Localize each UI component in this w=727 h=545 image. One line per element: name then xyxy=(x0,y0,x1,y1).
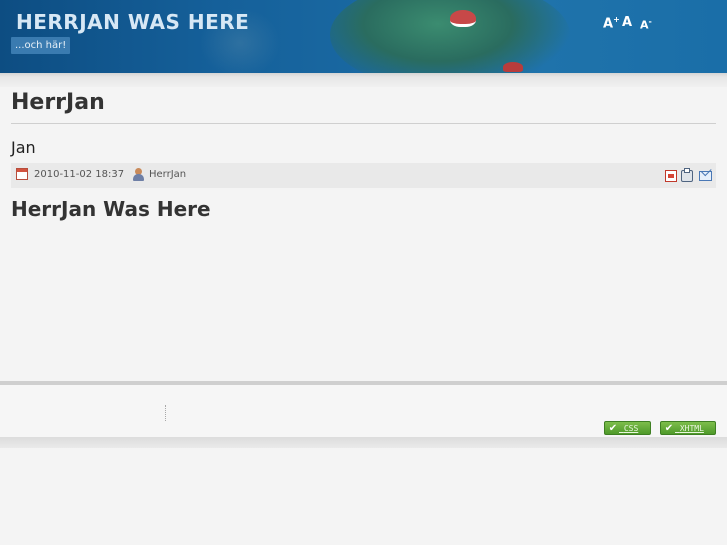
site-title[interactable]: HERRJAN WAS HERE xyxy=(16,10,249,34)
user-icon xyxy=(132,168,145,181)
footer-bottom-bar xyxy=(0,437,727,448)
article-meta-bar: 2010-11-02 18:37 HerrJan xyxy=(11,163,716,188)
checkmark-icon: ✔ xyxy=(664,423,674,434)
header-frog-image xyxy=(330,0,570,73)
font-decrease-button[interactable]: A- xyxy=(640,17,652,32)
header-frog-eye-image xyxy=(450,10,476,27)
checkmark-icon: ✔ xyxy=(608,423,618,434)
page-title: HerrJan xyxy=(11,90,105,115)
font-reset-button[interactable]: A xyxy=(622,15,632,30)
email-icon[interactable] xyxy=(699,171,712,181)
site-footer: ✔ CSS ✔ XHTML xyxy=(0,385,727,437)
site-tagline: ...och här! xyxy=(11,37,71,54)
author-heading: Jan xyxy=(11,138,36,157)
header-frog-foot-image xyxy=(503,62,523,72)
calendar-icon xyxy=(16,168,28,180)
footer-dotted-separator xyxy=(165,405,166,421)
site-header: HERRJAN WAS HERE ...och här! A+ A A- xyxy=(0,0,727,73)
css-valid-badge[interactable]: ✔ CSS xyxy=(604,421,651,435)
xhtml-valid-badge[interactable]: ✔ XHTML xyxy=(660,421,716,435)
font-increase-button[interactable]: A+ xyxy=(603,15,620,31)
article-date: 2010-11-02 18:37 xyxy=(34,169,125,180)
title-divider xyxy=(11,123,716,124)
article-heading: HerrJan Was Here xyxy=(11,197,211,221)
article-author: HerrJan xyxy=(149,169,187,180)
pdf-icon[interactable] xyxy=(665,170,677,182)
header-shadow-bar xyxy=(0,73,727,87)
print-icon[interactable] xyxy=(681,168,693,182)
